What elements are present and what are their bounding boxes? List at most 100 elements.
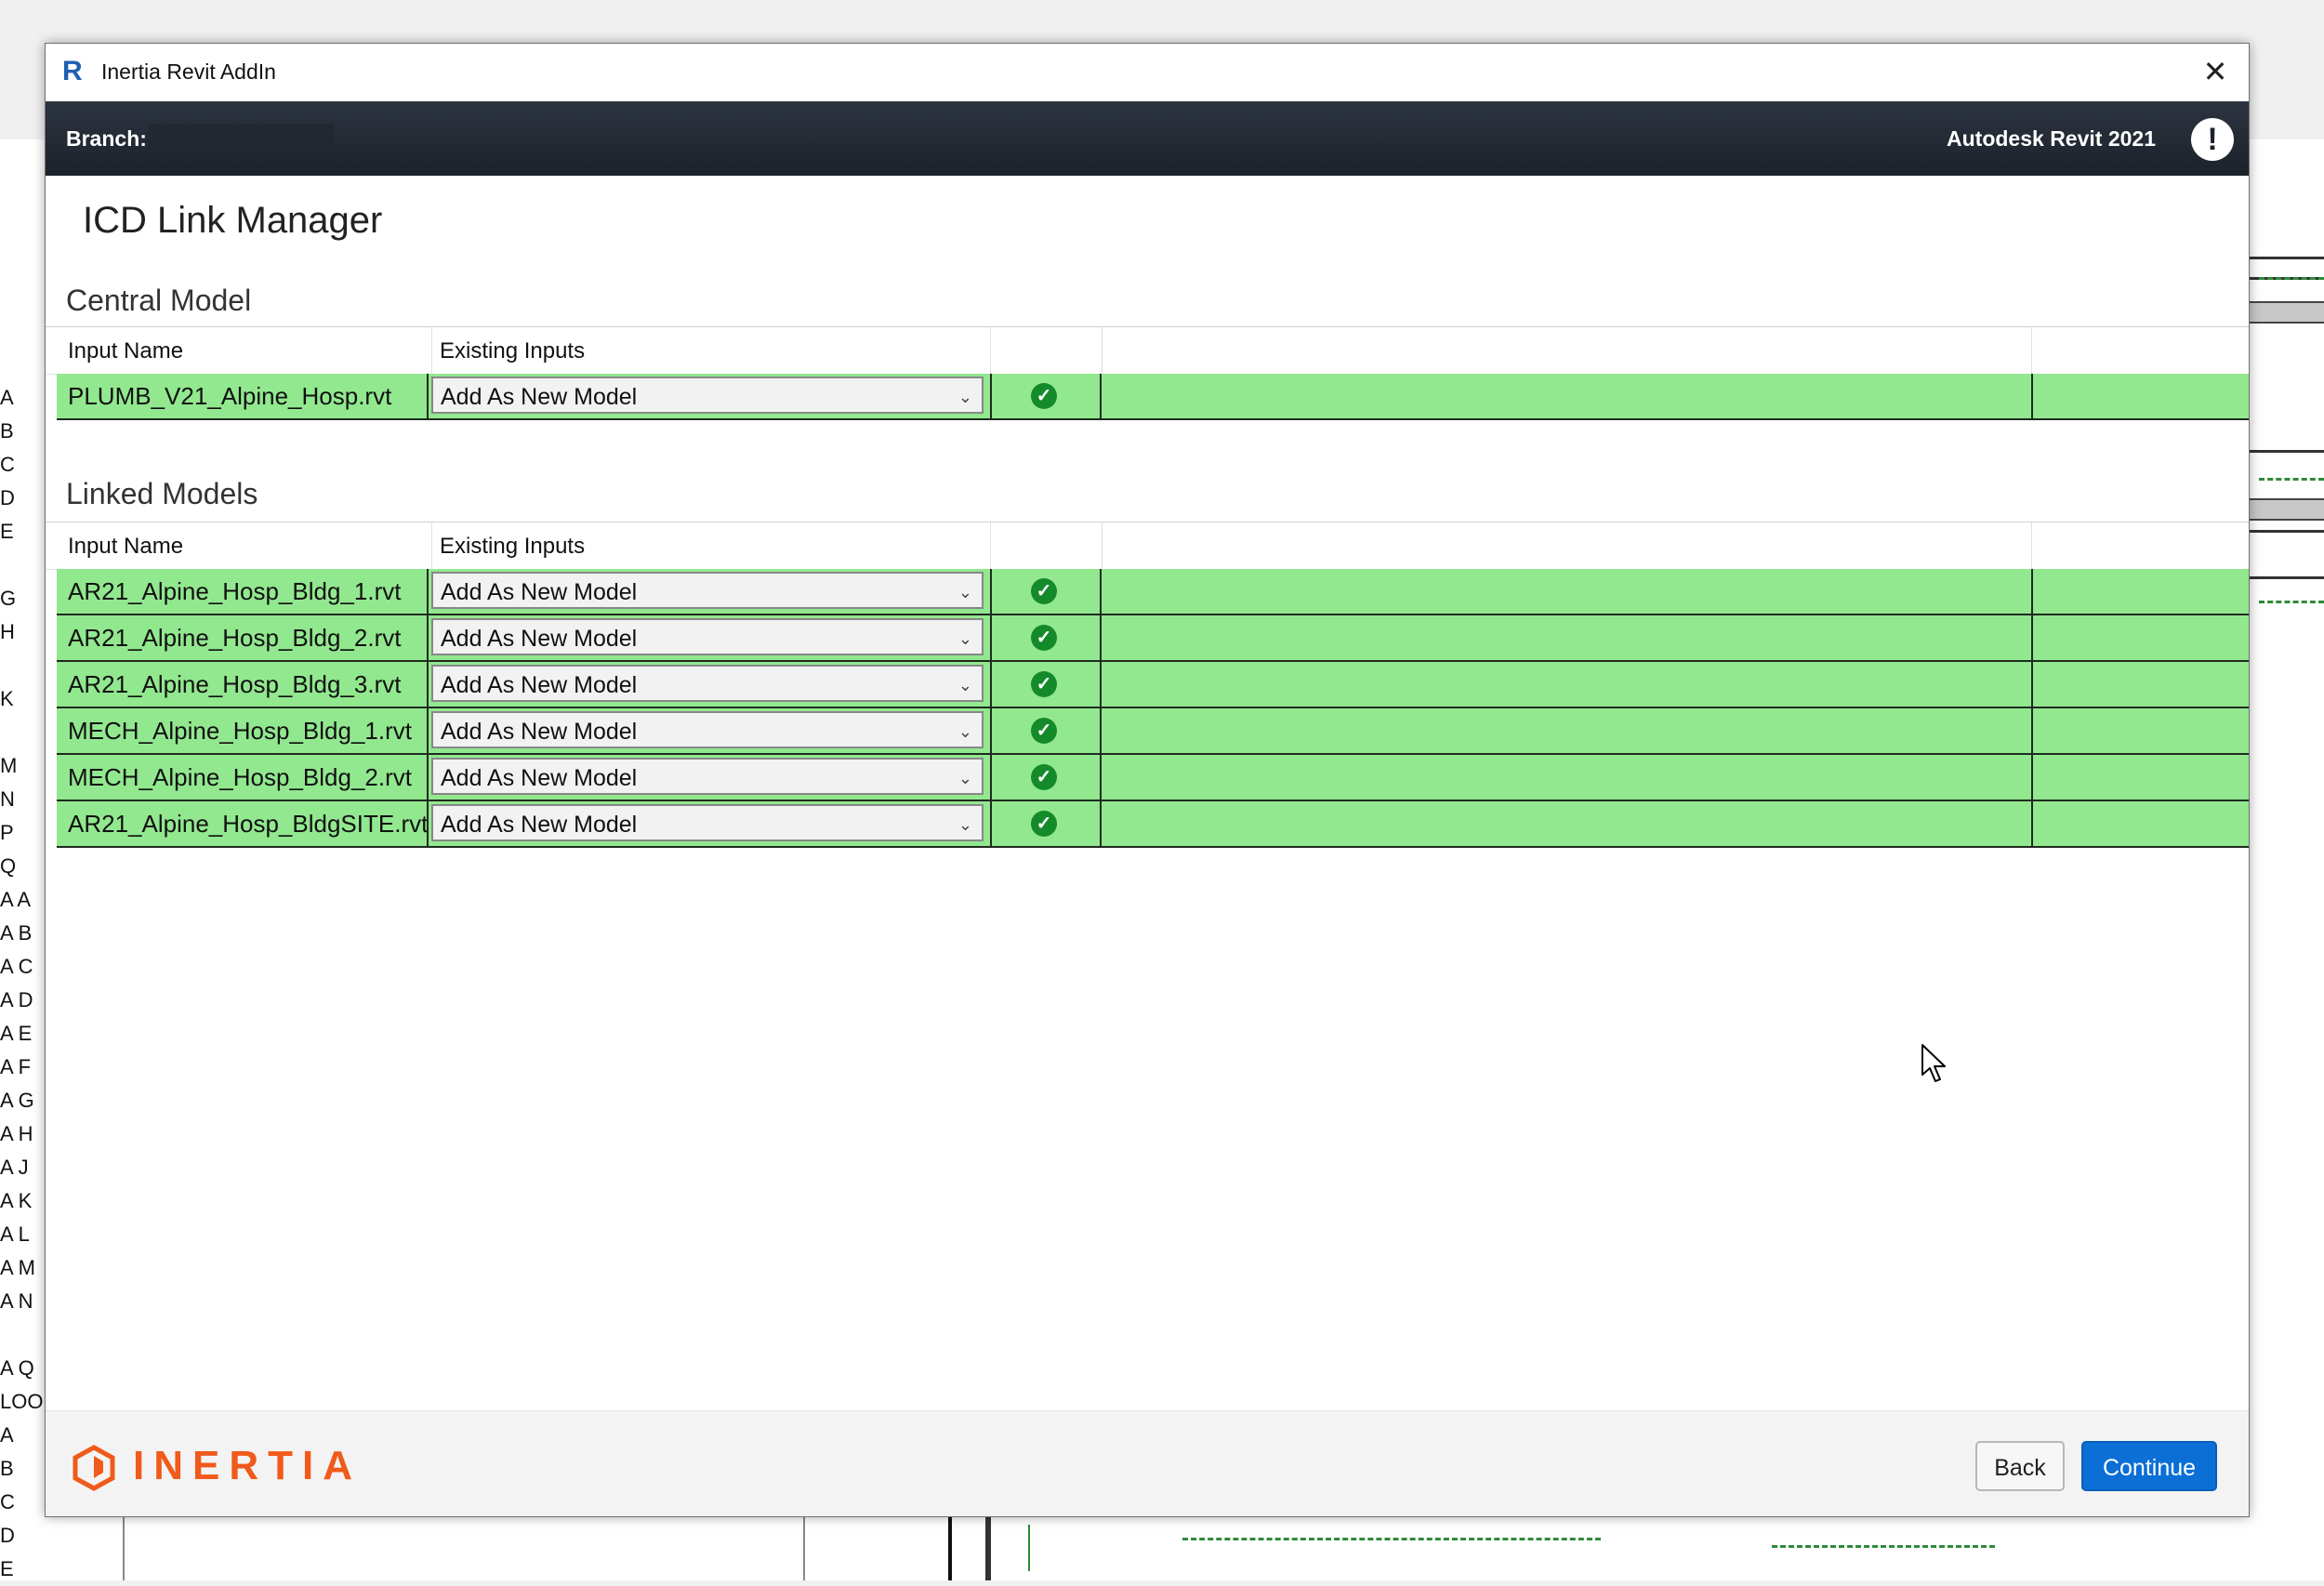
drawing-dashed-line [2259, 601, 2324, 603]
brand-name: INERTIA [133, 1443, 362, 1488]
existing-inputs-dropdown[interactable]: Add As New Model ⌄ [431, 618, 984, 655]
drawing-line [123, 1515, 125, 1580]
column-divider [990, 327, 991, 374]
page-title: ICD Link Manager [83, 200, 383, 241]
drawing-line [985, 1515, 991, 1580]
cell-divider [427, 569, 429, 614]
cell-divider [1100, 374, 1102, 418]
drawing-line [2250, 530, 2324, 533]
drawing-wall [2250, 498, 2324, 521]
column-divider [1102, 327, 1103, 374]
continue-button[interactable]: Continue [2081, 1441, 2217, 1491]
cell-divider [427, 755, 429, 800]
chevron-down-icon[interactable]: ⌄ [958, 760, 972, 797]
model-row[interactable]: AR21_Alpine_Hosp_Bldg_1.rvt Add As New Mo… [57, 569, 2249, 615]
branch-value [148, 124, 334, 152]
column-divider [990, 522, 991, 569]
title-bar[interactable]: R Inertia Revit AddIn ✕ [46, 44, 2249, 101]
dropdown-value: Add As New Model [441, 765, 638, 791]
cell-divider [2031, 662, 2033, 707]
status-check-icon: ✓ [1031, 578, 1057, 604]
model-row[interactable]: MECH_Alpine_Hosp_Bldg_2.rvt Add As New Mo… [57, 755, 2249, 801]
drawing-dashed-line [1772, 1545, 1995, 1548]
column-divider [431, 327, 432, 374]
drawing-line [1028, 1525, 1030, 1571]
input-name-cell: MECH_Alpine_Hosp_Bldg_2.rvt [68, 763, 412, 791]
drawing-line [2250, 257, 2324, 259]
drawing-wall [2250, 301, 2324, 324]
dropdown-value: Add As New Model [441, 719, 638, 745]
cell-divider [2031, 801, 2033, 846]
cell-divider [990, 755, 992, 800]
revit-version: Autodesk Revit 2021 [1947, 126, 2156, 151]
central-model-grid: Input Name Existing Inputs PLUMB_V21_Alp… [46, 326, 2249, 465]
column-divider [1102, 522, 1103, 569]
status-check-icon: ✓ [1031, 718, 1057, 744]
cell-divider [2031, 569, 2033, 614]
chevron-down-icon[interactable]: ⌄ [958, 667, 972, 704]
cell-divider [1100, 708, 1102, 753]
drawing-line [803, 1515, 805, 1580]
linked-models-grid: Input Name Existing Inputs AR21_Alpine_H… [46, 522, 2249, 848]
column-divider [431, 522, 432, 569]
revit-logo-icon: R [62, 56, 83, 86]
cell-divider [427, 708, 429, 753]
column-header-existing-inputs: Existing Inputs [440, 534, 586, 559]
model-row[interactable]: AR21_Alpine_Hosp_BldgSITE.rvt Add As New … [57, 801, 2249, 848]
chevron-down-icon[interactable]: ⌄ [958, 806, 972, 843]
chevron-down-icon[interactable]: ⌄ [958, 620, 972, 657]
input-name-cell: AR21_Alpine_Hosp_Bldg_1.rvt [68, 577, 402, 605]
input-name-cell: AR21_Alpine_Hosp_Bldg_3.rvt [68, 670, 402, 698]
existing-inputs-dropdown[interactable]: Add As New Model ⌄ [431, 804, 984, 841]
chevron-down-icon[interactable]: ⌄ [958, 574, 972, 611]
branch-label: Branch: [66, 126, 147, 151]
cell-divider [1100, 662, 1102, 707]
cell-divider [2031, 755, 2033, 800]
column-header-existing-inputs: Existing Inputs [440, 338, 586, 363]
input-name-cell: AR21_Alpine_Hosp_Bldg_2.rvt [68, 624, 402, 652]
drawing-dashed-line [2259, 478, 2324, 481]
status-check-icon: ✓ [1031, 764, 1057, 790]
grid-header: Input Name Existing Inputs [46, 327, 2249, 375]
input-name-cell: AR21_Alpine_Hosp_BldgSITE.rvt [68, 810, 429, 838]
central-model-title: Central Model [66, 284, 252, 317]
cell-divider [2031, 708, 2033, 753]
footer: INERTIA Back Continue [46, 1411, 2249, 1516]
chevron-down-icon[interactable]: ⌄ [958, 713, 972, 750]
existing-inputs-dropdown[interactable]: Add As New Model ⌄ [431, 758, 984, 795]
cell-divider [990, 615, 992, 660]
mouse-cursor-icon [1921, 1044, 1946, 1082]
existing-inputs-dropdown[interactable]: Add As New Model ⌄ [431, 711, 984, 748]
linked-models-title: Linked Models [66, 477, 258, 510]
cell-divider [990, 374, 992, 418]
column-header-input-name: Input Name [68, 534, 184, 559]
column-header-input-name: Input Name [68, 338, 184, 363]
drawing-line [2250, 576, 2324, 579]
cell-divider [427, 374, 429, 418]
cell-divider [1100, 615, 1102, 660]
existing-inputs-dropdown[interactable]: Add As New Model ⌄ [431, 572, 984, 609]
dropdown-value: Add As New Model [441, 579, 638, 605]
existing-inputs-dropdown[interactable]: Add As New Model ⌄ [431, 665, 984, 702]
model-row[interactable]: AR21_Alpine_Hosp_Bldg_3.rvt Add As New Mo… [57, 662, 2249, 708]
alert-icon[interactable]: ! [2191, 118, 2234, 161]
header-bar: Branch: Autodesk Revit 2021 ! [46, 101, 2249, 176]
cell-divider [427, 662, 429, 707]
back-button[interactable]: Back [1975, 1441, 2065, 1491]
model-row[interactable]: MECH_Alpine_Hosp_Bldg_1.rvt Add As New Mo… [57, 708, 2249, 755]
icd-link-manager-dialog: R Inertia Revit AddIn ✕ Branch: Autodesk… [45, 43, 2250, 1517]
chevron-down-icon[interactable]: ⌄ [958, 378, 972, 416]
grid-axis-label: D [0, 1524, 15, 1547]
cell-divider [990, 569, 992, 614]
cell-divider [2031, 615, 2033, 660]
cell-divider [1100, 755, 1102, 800]
drawing-line [2250, 450, 2324, 453]
existing-inputs-dropdown[interactable]: Add As New Model ⌄ [431, 377, 984, 414]
cell-divider [427, 615, 429, 660]
drawing-dashed-line [2259, 277, 2324, 280]
close-button[interactable]: ✕ [2195, 51, 2236, 92]
model-row[interactable]: AR21_Alpine_Hosp_Bldg_2.rvt Add As New Mo… [57, 615, 2249, 662]
model-row[interactable]: PLUMB_V21_Alpine_Hosp.rvt Add As New Mode… [57, 374, 2249, 420]
cell-divider [990, 801, 992, 846]
inertia-logo-icon [73, 1445, 115, 1491]
